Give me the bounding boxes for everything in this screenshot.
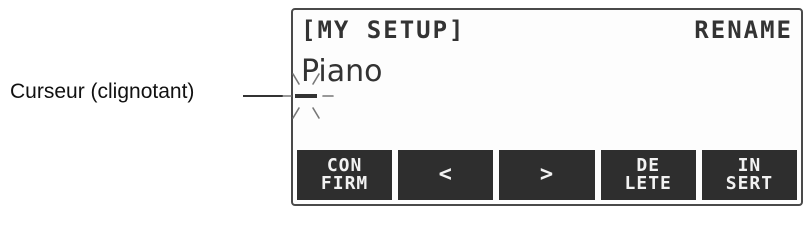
- insert-button[interactable]: IN SERT: [701, 150, 798, 200]
- cursor-bar: [295, 94, 317, 98]
- mode-label: RENAME: [694, 16, 793, 44]
- cursor-callout-label: Curseur (clignotant): [10, 80, 195, 103]
- lcd-display: [MY SETUP] RENAME Piano CON FIRM < > DE …: [282, 8, 803, 206]
- right-arrow-button[interactable]: >: [499, 150, 595, 200]
- screen-title: [MY SETUP]: [301, 16, 466, 44]
- left-arrow-button[interactable]: <: [398, 150, 494, 200]
- confirm-button[interactable]: CON FIRM: [297, 150, 393, 200]
- delete-button[interactable]: DE LETE: [600, 150, 696, 200]
- blinking-cursor: [279, 66, 339, 126]
- softkey-bar: CON FIRM < > DE LETE IN SERT: [297, 150, 798, 200]
- callout-leader-line: [243, 95, 283, 97]
